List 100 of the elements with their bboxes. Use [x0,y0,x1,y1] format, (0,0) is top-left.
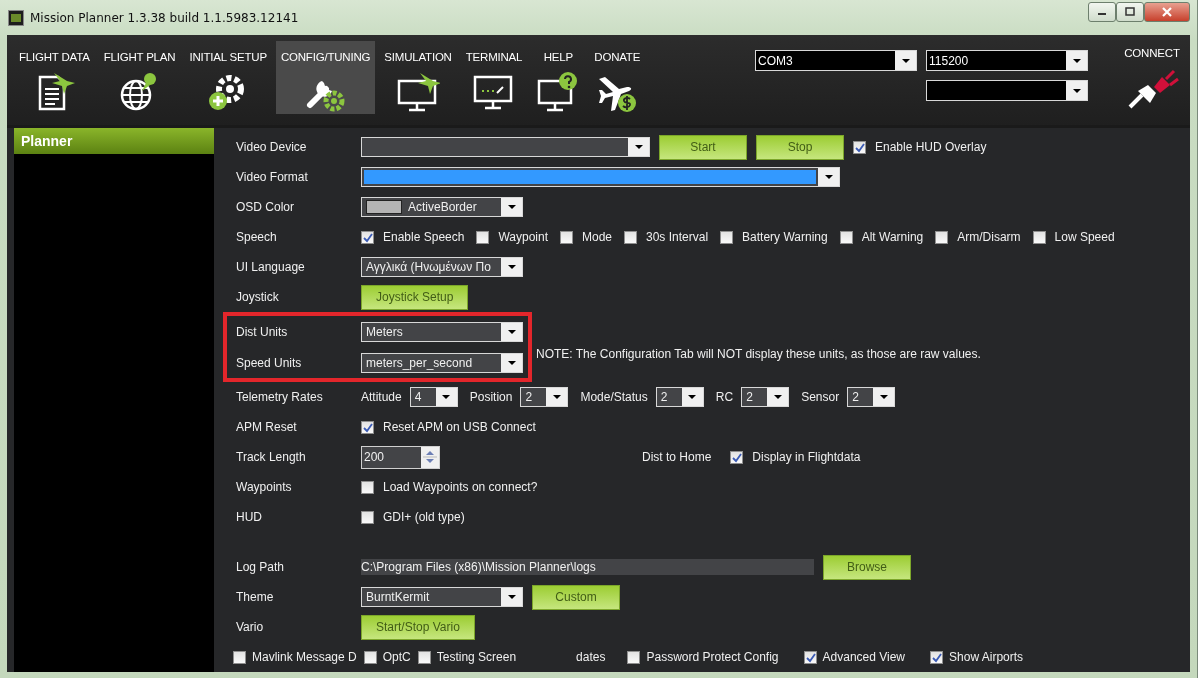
port-dropdown[interactable]: COM3 [755,50,917,71]
menu-tab[interactable]: FLIGHT PLAN [98,41,181,114]
checkmark-icon [931,651,943,663]
setting-label: HUD [236,510,263,524]
setting-label: Joystick [236,290,280,304]
button[interactable]: Stop [756,134,844,160]
setting-label: Video Device [236,140,308,154]
checkbox[interactable]: Enable Speech [361,230,465,244]
checkbox[interactable]: Load Waypoints on connect? [361,480,538,494]
menu-tab[interactable]: SIMULATION [379,41,457,114]
app-icon [8,9,24,26]
setting-label: Waypoints [236,480,293,494]
caret-icon [507,595,516,599]
dropdown[interactable] [361,167,840,187]
setting-label: APM Reset [236,420,298,434]
caret-icon [507,360,516,365]
caret-icon [442,395,451,399]
dropdown[interactable]: BurntKermit [361,587,523,607]
dropdown[interactable]: 2 [741,387,790,407]
caret-icon [879,395,888,399]
field-label: dates [576,650,606,664]
setting-label: Log Path [236,560,286,574]
path-field[interactable]: C:\Program Files (x86)\Mission Planner\logs [361,559,814,575]
rate-label: Attitude [361,390,402,404]
checkbox[interactable]: OptC [363,650,411,664]
maximize-button[interactable] [1116,2,1144,22]
rate-label: Mode/Status [580,390,648,404]
setting-label: Theme [236,590,275,604]
checkbox[interactable]: Arm/Disarm [935,230,1021,244]
number-spinner[interactable]: 200 [361,445,440,469]
dropdown[interactable]: Αγγλικά (Ηνωμένων Πο [361,257,523,277]
caret-icon [1072,58,1081,63]
button[interactable]: Browse [823,554,911,580]
button[interactable]: Joystick Setup [361,284,469,310]
checkbox[interactable]: Testing Screen [417,650,517,664]
caret-icon [824,175,833,179]
setting-label: Telemetry Rates [236,390,324,404]
caret-icon [634,145,643,149]
checkbox[interactable]: Waypoint [476,230,548,244]
monitor-icon [396,71,440,113]
checkbox[interactable]: 30s Interval [624,230,709,244]
checkbox[interactable]: Show Airports [930,650,1024,664]
setting-label: Speed Units [236,355,303,370]
caret-icon [552,395,561,399]
dropdown[interactable]: Meters [361,321,523,342]
dropdown[interactable] [926,80,1088,101]
checkbox[interactable]: Password Protect Config [627,650,779,664]
dropdown[interactable]: 4 [409,387,458,407]
note-text: NOTE: The Configuration Tab will NOT display these units, as those are raw values. [536,347,981,361]
window-title: Mission Planner 1.3.38 build 1.1.5983.12141 [30,10,299,25]
caret-icon [507,205,516,209]
checkbox[interactable]: Reset APM on USB Connect [361,420,536,434]
checkbox[interactable]: Mavlink Message D [233,650,357,664]
button[interactable]: Custom [532,584,620,610]
field-label: Dist to Home [642,450,712,464]
minimize-button[interactable] [1088,2,1116,22]
dropdown[interactable]: 2 [655,387,704,407]
caret-icon [688,395,697,399]
dropdown[interactable]: meters_per_second [361,352,523,373]
baud-dropdown[interactable]: 115200 [926,50,1088,71]
checkbox[interactable]: Advanced View [803,650,906,664]
dropdown[interactable]: 2 [520,387,569,407]
checkmark-icon [362,421,373,433]
menu-tab[interactable]: TERMINAL [460,41,528,114]
checkbox[interactable]: GDI+ (old type) [361,510,465,524]
button[interactable]: Start [659,134,747,160]
setting-label: UI Language [236,260,306,274]
dropdown[interactable] [361,137,650,157]
checkmark-icon [854,141,865,153]
checkbox[interactable]: Alt Warning [839,230,924,244]
rate-label: RC [715,390,734,404]
checkbox[interactable]: Display in Flightdata [730,450,861,464]
checkbox[interactable]: Low Speed [1032,230,1115,244]
setting-label: Vario [236,620,265,634]
close-icon [1162,7,1172,17]
checkbox[interactable]: Battery Warning [720,230,828,244]
close-button[interactable] [1144,2,1190,22]
setting-label: Dist Units [236,324,289,339]
checkbox[interactable]: Enable HUD Overlay [853,140,987,154]
connect-button[interactable]: CONNECT [1088,35,1190,111]
button[interactable]: Start/Stop Vario [361,614,475,640]
spin-arrows-icon [422,448,438,466]
rate-label: Position [469,390,513,404]
maximize-icon [1125,7,1135,17]
setting-label: Video Format [236,170,309,184]
color-dropdown[interactable]: ActiveBorder [361,197,523,217]
menu-tab[interactable]: DONATE [589,41,646,114]
checkmark-icon [362,231,373,243]
menu-tab[interactable]: INITIAL SETUP [184,41,272,114]
caret-icon [901,58,910,63]
menu-tab[interactable]: HELP [531,41,586,114]
caret-icon [1072,88,1081,93]
dropdown[interactable]: 2 [847,387,896,407]
checkbox[interactable]: Mode [560,230,612,244]
caret-icon [773,395,782,399]
checkmark-icon [731,451,743,463]
menu-tab[interactable]: FLIGHT DATA [14,41,95,114]
setting-label: Speech [236,230,278,244]
caret-icon [507,329,516,334]
menu-tab[interactable]: CONFIG/TUNING [275,41,376,114]
